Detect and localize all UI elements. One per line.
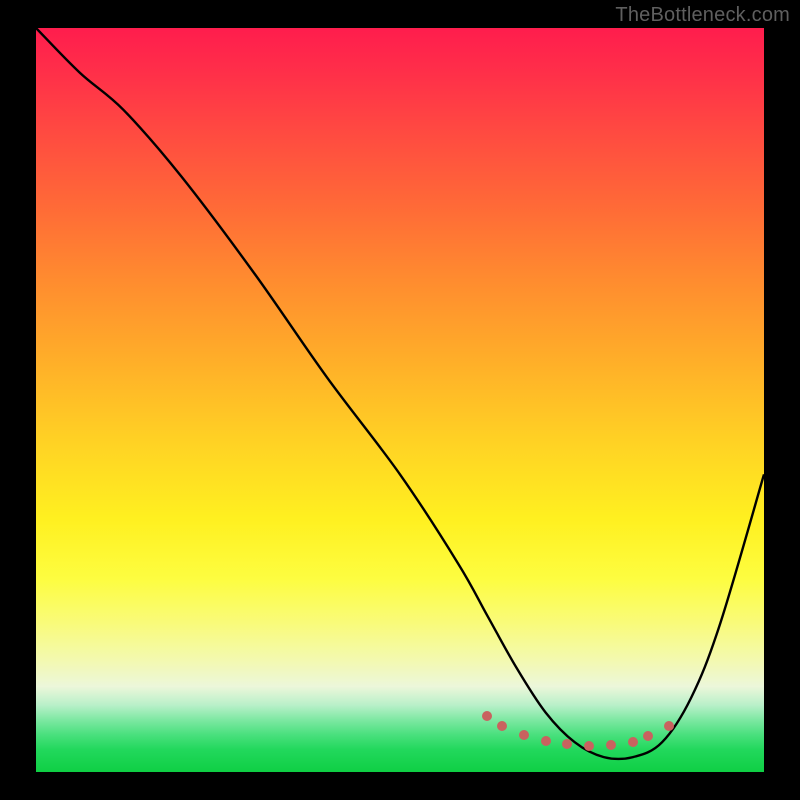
watermark-text: TheBottleneck.com: [615, 4, 790, 27]
marker-dot: [497, 721, 507, 731]
chart-frame: TheBottleneck.com: [0, 0, 800, 800]
marker-dot: [664, 721, 674, 731]
marker-dot: [606, 740, 616, 750]
marker-dot: [643, 731, 653, 741]
flat-region-markers: [36, 28, 764, 772]
marker-dot: [562, 739, 572, 749]
marker-dot: [628, 737, 638, 747]
marker-dot: [519, 730, 529, 740]
marker-dot: [584, 741, 594, 751]
marker-dot: [541, 736, 551, 746]
plot-area: [36, 28, 764, 772]
marker-dot: [482, 711, 492, 721]
